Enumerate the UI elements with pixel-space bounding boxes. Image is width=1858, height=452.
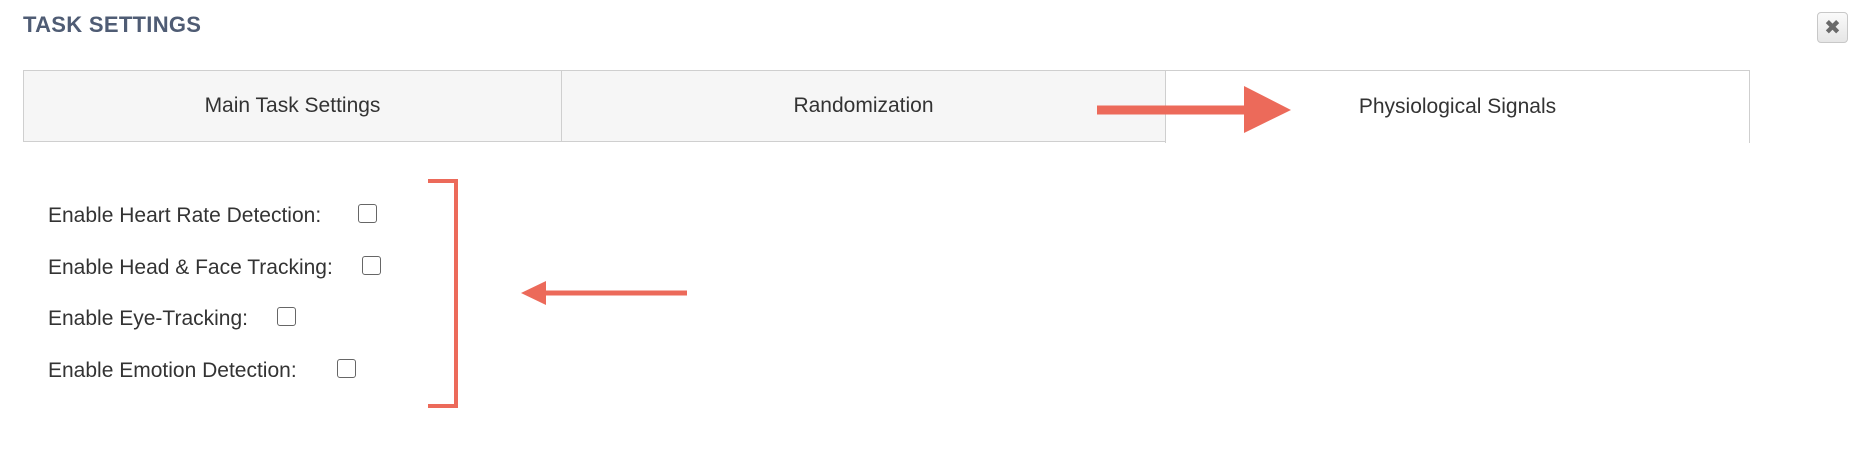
tab-randomization[interactable]: Randomization (561, 70, 1166, 142)
close-button[interactable]: ✖ (1817, 12, 1848, 43)
tab-bar: Main Task Settings Randomization Physiol… (23, 70, 1750, 143)
emotion-checkbox[interactable] (337, 359, 356, 378)
head-face-checkbox[interactable] (362, 256, 381, 275)
option-head-face-row: Enable Head & Face Tracking: (48, 253, 333, 283)
task-settings-dialog: TASK SETTINGS ✖ Main Task Settings Rando… (0, 0, 1858, 452)
eye-tracking-checkbox[interactable] (277, 307, 296, 326)
option-heart-rate-row: Enable Heart Rate Detection: (48, 201, 321, 231)
tab-label: Physiological Signals (1358, 95, 1557, 118)
annotation-bracket (428, 179, 458, 408)
option-label: Enable Eye-Tracking: (48, 307, 248, 330)
dialog-title: TASK SETTINGS (23, 12, 202, 37)
option-label: Enable Head & Face Tracking: (48, 256, 333, 279)
tab-label: Randomization (793, 94, 934, 117)
option-emotion-row: Enable Emotion Detection: (48, 356, 297, 386)
tab-main-task-settings[interactable]: Main Task Settings (23, 70, 562, 142)
option-eye-tracking-row: Enable Eye-Tracking: (48, 304, 248, 334)
tab-physiological-signals[interactable]: Physiological Signals (1165, 70, 1750, 143)
option-label: Enable Emotion Detection: (48, 359, 297, 382)
close-icon: ✖ (1824, 17, 1841, 39)
tab-label: Main Task Settings (204, 94, 381, 117)
option-label: Enable Heart Rate Detection: (48, 204, 322, 227)
heart-rate-checkbox[interactable] (358, 204, 377, 223)
annotation-arrow-left-head (521, 281, 546, 305)
